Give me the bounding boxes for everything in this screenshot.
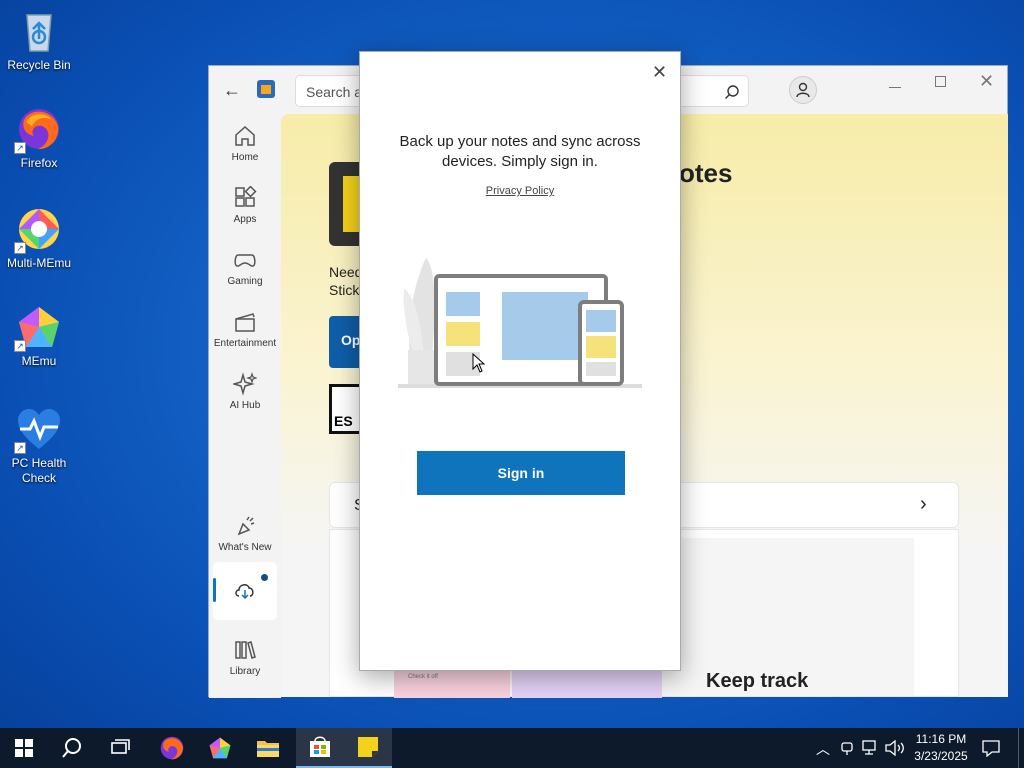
- search-icon[interactable]: [724, 84, 740, 100]
- desktop-icon-recycle-bin[interactable]: Recycle Bin: [0, 8, 78, 73]
- mouse-cursor-icon: [472, 353, 486, 373]
- sticky-notes-icon: [358, 737, 378, 757]
- desktop-icon-label: Firefox: [20, 156, 58, 170]
- nav-label: Home: [231, 152, 259, 163]
- taskbar-memu[interactable]: [196, 728, 244, 768]
- shortcut-arrow-icon: ↗: [14, 442, 26, 454]
- volume-icon[interactable]: [885, 740, 905, 756]
- windows-logo-icon: [15, 739, 33, 757]
- clock-date: 3/23/2025: [914, 749, 968, 763]
- clock-time: 11:16 PM: [915, 732, 967, 746]
- start-button[interactable]: [0, 728, 48, 768]
- desktop-icon-label: Recycle Bin: [7, 58, 71, 72]
- screenshot-thumb-pink: Check it off: [394, 670, 510, 698]
- nav-item-entertainment[interactable]: Entertainment: [209, 310, 281, 349]
- minimize-icon[interactable]: [889, 74, 901, 88]
- store-logo-icon: [257, 80, 275, 98]
- apps-icon: [235, 186, 257, 207]
- nav-label: Gaming: [227, 276, 263, 287]
- network-icon[interactable]: [862, 740, 880, 756]
- memu-icon: [209, 737, 231, 759]
- desktop-icon-firefox[interactable]: ↗ Firefox: [0, 106, 78, 171]
- chevron-up-icon[interactable]: ︿: [816, 739, 830, 759]
- app-title: otes: [679, 158, 733, 188]
- notification-dot: [261, 574, 268, 581]
- devices-illustration: [398, 258, 642, 388]
- signin-button[interactable]: Sign in: [417, 451, 625, 495]
- multi-memu-icon: ↗: [14, 206, 62, 254]
- gaming-icon: [234, 254, 256, 267]
- side-navigation: Home Apps Gaming Entertainment AI Hub Wh…: [209, 114, 281, 698]
- show-desktop-button[interactable]: [1018, 728, 1024, 768]
- nav-label: AI Hub: [229, 400, 261, 411]
- library-icon: [235, 641, 256, 659]
- nav-item-whats-new[interactable]: What's New: [209, 514, 281, 553]
- nav-item-gaming[interactable]: Gaming: [209, 248, 281, 287]
- dialog-message: Back up your notes and sync across devic…: [399, 133, 641, 170]
- firefox-icon: ↗: [14, 106, 62, 154]
- selected-indicator: [213, 578, 216, 602]
- shortcut-arrow-icon: ↗: [14, 142, 26, 154]
- taskbar-file-explorer[interactable]: [244, 728, 292, 768]
- nav-item-downloads[interactable]: [213, 562, 277, 620]
- app-description-line: Need: [329, 264, 363, 280]
- privacy-policy-link[interactable]: Privacy Policy: [360, 185, 680, 197]
- ai-hub-icon: [233, 372, 257, 396]
- whats-new-icon: [237, 516, 255, 536]
- search-icon: [62, 738, 81, 758]
- task-view-button[interactable]: [96, 728, 144, 768]
- heart-pulse-icon: ↗: [14, 406, 62, 454]
- nav-item-home[interactable]: Home: [209, 124, 281, 163]
- maximize-icon[interactable]: [935, 76, 946, 87]
- esrb-rating-badge: ES: [329, 384, 363, 434]
- shortcut-arrow-icon: ↗: [14, 242, 26, 254]
- notification-center-icon[interactable]: [982, 739, 1000, 757]
- cloud-download-icon: [235, 584, 254, 600]
- nav-label: Library: [229, 666, 261, 677]
- taskbar-sticky-notes[interactable]: [344, 728, 392, 768]
- nav-item-apps[interactable]: Apps: [209, 186, 281, 225]
- account-avatar-icon[interactable]: [789, 76, 817, 104]
- desktop-icon-label: PC Health Check: [11, 456, 67, 485]
- desktop-icon-label: MEmu: [21, 354, 57, 368]
- nav-item-ai-hub[interactable]: AI Hub: [209, 372, 281, 411]
- signin-dialog: ✕ Back up your notes and sync across dev…: [359, 51, 681, 671]
- nav-label: What's New: [218, 542, 272, 553]
- search-taskbar-button[interactable]: [48, 728, 96, 768]
- taskbar-store[interactable]: [296, 728, 344, 768]
- desktop-icon-memu[interactable]: ↗ MEmu: [0, 304, 78, 369]
- folder-icon: [257, 741, 279, 757]
- close-dialog-icon[interactable]: ✕: [652, 62, 667, 83]
- nav-label: Apps: [233, 214, 257, 225]
- screenshot-thumb-purple: [512, 670, 662, 698]
- thumb-caption: Check it off: [408, 674, 438, 680]
- desktop-icon-pc-health-check[interactable]: ↗ PC Health Check: [0, 406, 78, 486]
- memu-icon: ↗: [14, 304, 62, 352]
- task-view-icon: [111, 739, 130, 754]
- desktop-icon-label: Multi-MEmu: [6, 256, 71, 270]
- recycle-bin-icon: [16, 8, 62, 54]
- clock[interactable]: 11:16 PM 3/23/2025: [912, 732, 970, 763]
- back-arrow-icon[interactable]: ←: [223, 80, 243, 100]
- desktop-icon-multi-memu[interactable]: ↗ Multi-MEmu: [0, 206, 78, 271]
- feature-heading: Keep track: [706, 670, 809, 692]
- chevron-right-icon[interactable]: ›: [920, 493, 927, 516]
- nav-item-library[interactable]: Library: [209, 638, 281, 677]
- taskbar: ︿ 11:16 PM 3/23/2025: [0, 728, 1024, 768]
- firefox-icon: [160, 736, 184, 760]
- home-icon: [235, 125, 255, 146]
- taskbar-firefox[interactable]: [148, 728, 196, 768]
- store-icon: [310, 736, 330, 757]
- entertainment-icon: [235, 313, 255, 332]
- close-window-icon[interactable]: ✕: [979, 71, 994, 92]
- meet-now-icon[interactable]: [840, 740, 854, 756]
- nav-label: Entertainment: [213, 338, 277, 349]
- shortcut-arrow-icon: ↗: [14, 340, 26, 352]
